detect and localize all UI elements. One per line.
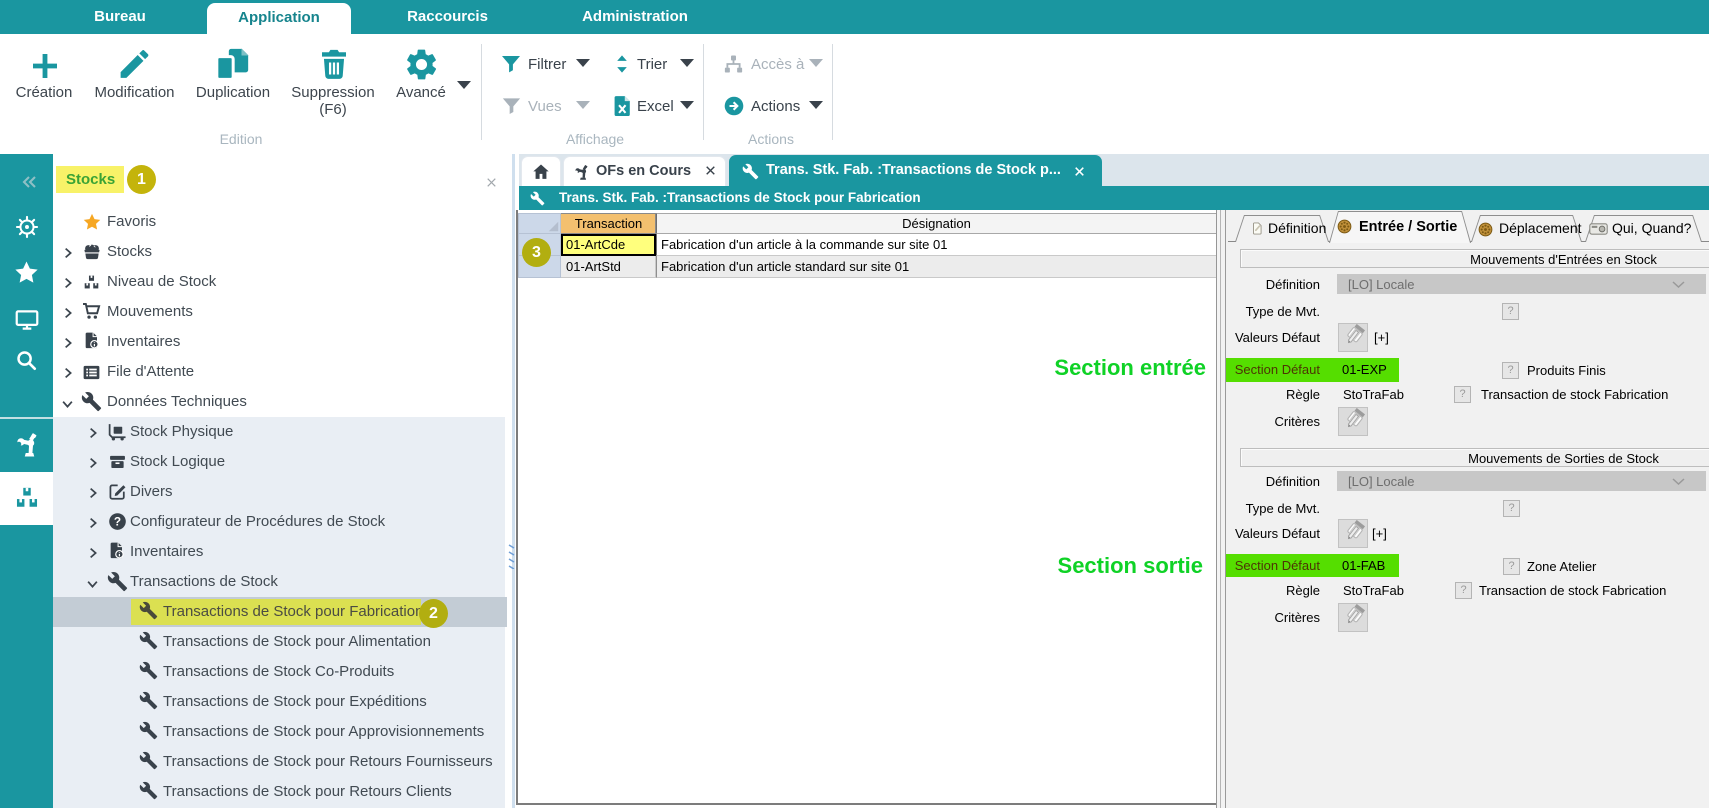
svg-text:?: ?	[114, 515, 121, 529]
